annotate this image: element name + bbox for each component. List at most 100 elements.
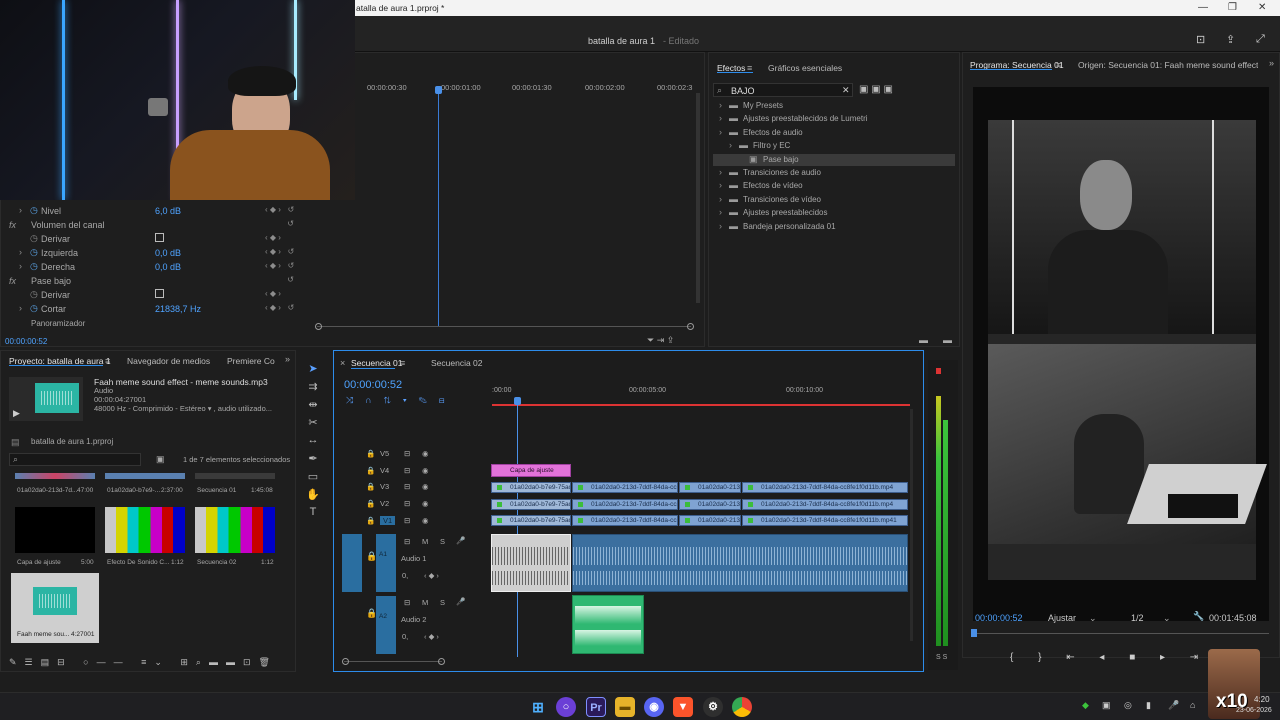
selected-item-card[interactable]: Faah meme sou... 4:27001 <box>11 573 99 643</box>
sync-icon[interactable]: ⊟ <box>404 482 410 491</box>
search-input[interactable]: BAJO <box>731 86 755 96</box>
item-name[interactable]: Secuencia 01 <box>197 487 236 494</box>
chevron-down-icon[interactable]: ⌄ <box>1089 613 1097 624</box>
sync-icon[interactable]: ⊟ <box>404 449 410 458</box>
video-clip[interactable]: 01a02da0-213d-7ddf-84da-cc8fe1f0d11b.mp4 <box>742 498 908 510</box>
keyframe-nav[interactable]: ‹ ◆ › <box>424 571 439 580</box>
track-id[interactable]: V4 <box>380 466 389 475</box>
tab-secuencia-01[interactable]: Secuencia 01 <box>351 358 403 368</box>
slip-icon[interactable]: ↔ <box>305 434 321 450</box>
pen-icon[interactable]: ✒ <box>305 452 321 468</box>
tree-item[interactable]: ▣ Pase bajo <box>713 153 955 166</box>
video-clip[interactable]: 01a02da0-213d-7ddf-84da-cc8f <box>572 482 678 493</box>
new-bin-icon[interactable]: ▣ ▣ ▣ <box>859 84 893 95</box>
video-clip[interactable]: 01a02da0-213d-7ddf-84da-cc8f <box>572 498 678 510</box>
item-name[interactable]: Efecto De Sonido C... <box>107 559 170 566</box>
trash-icon[interactable]: ▬ <box>943 335 952 345</box>
tree-item[interactable]: › ▬ Efectos de audio <box>713 127 955 139</box>
selection-tool-icon[interactable]: ➤ <box>305 362 321 378</box>
track-id[interactable]: V1 <box>380 515 396 525</box>
play-icon[interactable]: ▶ <box>13 408 20 419</box>
clear-icon[interactable]: ✕ <box>842 85 850 96</box>
chevron-down-icon[interactable]: › <box>719 113 722 123</box>
tree-item[interactable]: › ▬ Ajustes preestablecidos <box>713 207 955 219</box>
timeline-toolbar[interactable]: ⤨∩⇅▾✎⊟ <box>346 395 476 407</box>
quick-export-icon[interactable]: ⊡ <box>1196 33 1205 46</box>
source-timecode[interactable]: 00:00:00:52 <box>5 337 47 346</box>
brave-icon[interactable]: ▼ <box>673 697 693 717</box>
video-clip[interactable]: 01a02da0-213d-7ddf-84da-cc8fe1f0d11b.mp4… <box>742 515 908 527</box>
video-clip[interactable]: 01a02da0-213d <box>679 515 741 527</box>
lock-icon[interactable]: 🔒 <box>366 449 375 458</box>
volume-value[interactable]: 0, <box>402 632 408 641</box>
audio-clip-long[interactable] <box>572 534 908 592</box>
param-value[interactable]: 21838,7 Hz <box>155 304 201 314</box>
fit-select[interactable]: Ajustar <box>1048 613 1076 623</box>
timeline-timecode[interactable]: 00:00:00:52 <box>344 379 402 391</box>
lock-icon[interactable]: 🔒 <box>366 482 375 491</box>
item-name[interactable]: Faah meme sou... <box>17 631 69 638</box>
more-panels-icon[interactable]: » <box>285 354 290 364</box>
zoom-slider[interactable] <box>317 326 691 327</box>
tree-item[interactable]: › ▬ Efectos de vídeo <box>713 180 955 192</box>
stopwatch-icon[interactable]: ◷ <box>30 233 38 244</box>
project-toolbar[interactable]: ✎☰▤⊟ ○—— ≡⌄ ⊞⌕▬▬⊡🗑 <box>9 657 289 669</box>
lock-icon[interactable]: 🔒 <box>366 551 377 562</box>
adjustment-clip[interactable]: Capa de ajuste <box>491 464 571 477</box>
item-name[interactable]: Capa de ajuste <box>17 559 61 566</box>
sync-icon[interactable]: ⊟ <box>404 499 410 508</box>
eye-icon[interactable]: ◉ <box>422 516 429 525</box>
video-clip[interactable]: 01a02da0-b7e9-75ac <box>491 498 571 510</box>
mute-button[interactable]: M <box>422 598 428 607</box>
app-icon[interactable]: ⚙ <box>703 697 723 717</box>
chevron-right-icon[interactable]: › <box>19 205 22 215</box>
stopwatch-icon[interactable]: ◷ <box>30 261 38 272</box>
chevron-down-icon[interactable]: ⌄ <box>1163 613 1171 624</box>
solo-button[interactable]: S <box>440 598 445 607</box>
clip-preview[interactable]: ▶ <box>9 377 83 421</box>
stopwatch-icon[interactable]: ◷ <box>30 303 38 314</box>
bypass-checkbox[interactable] <box>155 289 164 298</box>
program-playhead[interactable] <box>971 629 977 637</box>
scrollbar[interactable] <box>696 93 700 303</box>
filter-icon[interactable]: ⏷ ⇥ ⇪ <box>647 335 674 346</box>
volume-value[interactable]: 0, <box>402 571 408 580</box>
file-explorer-icon[interactable]: ▬ <box>615 697 635 717</box>
stopwatch-icon[interactable]: ◷ <box>30 205 38 216</box>
chrome-icon[interactable] <box>732 697 752 717</box>
param-value[interactable]: 6,0 dB <box>155 206 181 216</box>
track-id[interactable]: V5 <box>380 449 389 458</box>
track-select-icon[interactable]: ⇉ <box>305 380 321 396</box>
tree-item[interactable]: › ▬ My Presets <box>713 100 955 112</box>
program-timecode[interactable]: 00:00:00:52 <box>975 613 1023 623</box>
hand-icon[interactable]: ✋ <box>305 488 321 504</box>
mic-icon[interactable]: 🎤 <box>456 536 465 545</box>
premiere-icon[interactable]: Pr <box>586 697 606 717</box>
tab-secuencia-02[interactable]: Secuencia 02 <box>431 358 483 368</box>
zoom-handle-right[interactable] <box>687 323 694 330</box>
tab-graficos[interactable]: Gráficos esenciales <box>768 63 842 73</box>
item-name[interactable]: 01a02da0-b7e9-... <box>107 487 160 494</box>
video-clip[interactable]: 01a02da0-b7e9-75ac <box>491 515 571 527</box>
sync-icon[interactable]: ⊟ <box>404 598 410 607</box>
video-clip[interactable]: 01a02da0-213d-7ddf-84da-cc8fe1f0d11b.mp4 <box>742 482 908 493</box>
eye-icon[interactable]: ◉ <box>422 482 429 491</box>
param-value[interactable]: 0,0 dB <box>155 248 181 258</box>
keyframe-nav[interactable]: ‹ ◆ › <box>424 632 439 641</box>
chevron-down-icon[interactable]: › <box>719 221 722 231</box>
more-panels-icon[interactable]: » <box>1269 58 1274 68</box>
search-field[interactable]: ⌕ BAJO ✕ <box>713 83 853 97</box>
sync-icon[interactable]: ⊟ <box>404 537 410 546</box>
chevron-down-icon[interactable]: › <box>719 167 722 177</box>
keyframe-nav[interactable]: ‹ ◆ › ↺ ↺ ‹ ◆ › ‹ ◆ › ↺ ‹ ◆ › ↺ ↺ ‹ ◆ › ‹ ◆ ›… <box>265 203 321 323</box>
razor-icon[interactable]: ✂ <box>305 416 321 432</box>
item-name[interactable]: 01a02da0-213d-7d... <box>17 487 77 494</box>
mic-icon[interactable]: 🎤 <box>1168 700 1179 711</box>
track-target-a1[interactable] <box>376 534 396 592</box>
rectangle-icon[interactable]: ▭ <box>305 470 321 486</box>
tray-icon[interactable]: ▣ <box>1102 700 1111 711</box>
chevron-right-icon[interactable]: › <box>719 100 722 110</box>
ripple-edit-icon[interactable]: ⇹ <box>305 398 321 414</box>
chevron-down-icon[interactable]: › <box>719 207 722 217</box>
quality-select[interactable]: 1/2 <box>1131 613 1144 623</box>
